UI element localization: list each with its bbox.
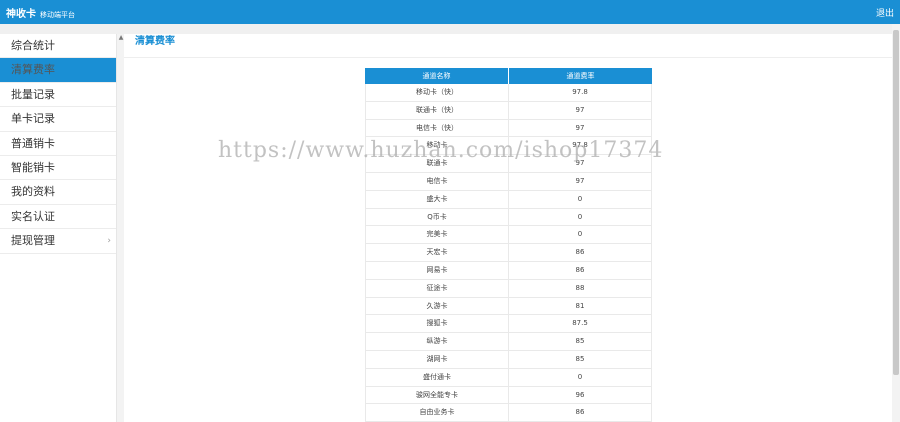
rate-cell: 97 (508, 101, 652, 119)
sidebar-item[interactable]: 清算费率 (0, 58, 116, 83)
rate-cell: 86 (508, 404, 652, 422)
channel-name-cell: 纵游卡 (365, 333, 508, 350)
sidebar-item[interactable]: 智能销卡 (0, 156, 116, 181)
table-header: 通道名称 通道费率 (365, 68, 652, 84)
channel-name-cell: 久游卡 (365, 297, 508, 315)
channel-name-cell: 电信卡 (365, 172, 508, 190)
brand-subtitle: 移动端平台 (40, 11, 75, 19)
table-row: 征途卡 88 (365, 279, 652, 298)
channel-name-cell: 搜狐卡 (365, 315, 508, 333)
table-row: Q币卡 0 (365, 208, 652, 227)
channel-name-cell: 盛付通卡 (365, 368, 508, 386)
page-title: 清算费率 (124, 34, 892, 58)
chevron-right-icon: › (107, 236, 111, 247)
channel-name-cell: 骏网全能专卡 (365, 386, 508, 404)
main-scrollbar[interactable] (892, 24, 900, 422)
channel-name-cell: 自由业务卡 (365, 404, 508, 422)
top-bar: 神收卡 移动端平台 退出 (0, 0, 900, 24)
table-row: 网易卡 86 (365, 261, 652, 280)
channel-name-cell: 天宏卡 (365, 244, 508, 261)
sidebar: 综合统计清算费率批量记录单卡记录普通销卡智能销卡我的资料实名认证提现管理 › (0, 34, 116, 422)
sidebar-item[interactable]: 单卡记录 (0, 107, 116, 132)
channel-name-cell: Q币卡 (365, 208, 508, 226)
channel-name-cell: 移动卡（快） (365, 84, 508, 101)
table-row: 自由业务卡 86 (365, 404, 652, 422)
table-row: 移动卡（快） 97.8 (365, 84, 652, 102)
sidebar-item-label: 清算费率 (11, 63, 55, 77)
table-row: 电信卡 97 (365, 172, 652, 191)
rate-table: 通道名称 通道费率 移动卡（快） 97.8 联通卡（快） 97 电信卡（快） 97 移动卡 9… (365, 68, 652, 422)
sidebar-item-label: 批量记录 (11, 87, 55, 101)
sidebar-item[interactable]: 普通销卡 (0, 132, 116, 156)
channel-name-cell: 湖网卡 (365, 350, 508, 368)
table-row: 联通卡（快） 97 (365, 101, 652, 120)
rate-cell: 85 (508, 333, 652, 350)
table-row: 骏网全能专卡 96 (365, 386, 652, 405)
brand: 神收卡 移动端平台 (6, 5, 75, 20)
sidebar-item-label: 综合统计 (11, 39, 55, 52)
sidebar-item[interactable]: 我的资料 (0, 180, 116, 205)
sidebar-item[interactable]: 提现管理 › (0, 229, 116, 254)
rate-cell: 97.8 (508, 84, 652, 101)
table-row: 完美卡 0 (365, 226, 652, 245)
sidebar-item[interactable]: 批量记录 (0, 83, 116, 108)
table-row: 天宏卡 86 (365, 244, 652, 262)
scrollbar-thumb[interactable] (893, 30, 899, 375)
rate-cell: 87.5 (508, 315, 652, 333)
watermark: https://www.huzhan.com/ishop17374 (218, 138, 664, 163)
table-row: 久游卡 81 (365, 297, 652, 316)
sidebar-item-label: 实名认证 (11, 209, 55, 223)
channel-name-cell: 电信卡（快） (365, 119, 508, 137)
sidebar-item[interactable]: 实名认证 (0, 205, 116, 230)
sidebar-item-label: 我的资料 (11, 185, 55, 199)
table-body: 移动卡（快） 97.8 联通卡（快） 97 电信卡（快） 97 移动卡 97.8 联通卡 97 电信… (365, 84, 652, 422)
rate-cell: 86 (508, 261, 652, 279)
rate-cell: 86 (508, 244, 652, 261)
rate-cell: 0 (508, 190, 652, 208)
table-row: 湖网卡 85 (365, 350, 652, 369)
table-row: 纵游卡 85 (365, 333, 652, 351)
rate-cell: 96 (508, 386, 652, 404)
sidebar-item-label: 智能销卡 (11, 160, 55, 174)
channel-name-cell: 联通卡（快） (365, 101, 508, 119)
table-row: 盛大卡 0 (365, 190, 652, 209)
main-panel: 清算费率 通道名称 通道费率 移动卡（快） 97.8 联通卡（快） 97 电信卡（快） 9… (124, 34, 892, 422)
rate-cell: 81 (508, 297, 652, 315)
channel-name-cell: 征途卡 (365, 279, 508, 297)
table-row: 搜狐卡 87.5 (365, 315, 652, 334)
channel-name-cell: 盛大卡 (365, 190, 508, 208)
sidebar-item-label: 普通销卡 (11, 136, 55, 150)
sidebar-item[interactable]: 综合统计 (0, 34, 116, 59)
column-header-rate: 通道费率 (508, 68, 652, 84)
channel-name-cell: 完美卡 (365, 226, 508, 244)
rate-cell: 88 (508, 279, 652, 297)
rate-cell: 97 (508, 119, 652, 137)
column-header-channel: 通道名称 (422, 72, 451, 80)
rate-cell: 0 (508, 208, 652, 226)
channel-name-cell: 网易卡 (365, 261, 508, 279)
sidebar-item-label: 单卡记录 (11, 112, 55, 126)
table-row: 电信卡（快） 97 (365, 119, 652, 138)
brand-name: 神收卡 (6, 9, 36, 20)
sidebar-item-label: 提现管理 (11, 234, 55, 248)
rate-cell: 97 (508, 172, 652, 190)
rate-cell: 0 (508, 368, 652, 386)
rate-cell: 0 (508, 226, 652, 244)
logout-link[interactable]: 退出 (876, 6, 894, 19)
table-row: 盛付通卡 0 (365, 368, 652, 387)
rate-cell: 85 (508, 350, 652, 368)
sidebar-scrollbar[interactable]: ▲ (116, 34, 124, 422)
